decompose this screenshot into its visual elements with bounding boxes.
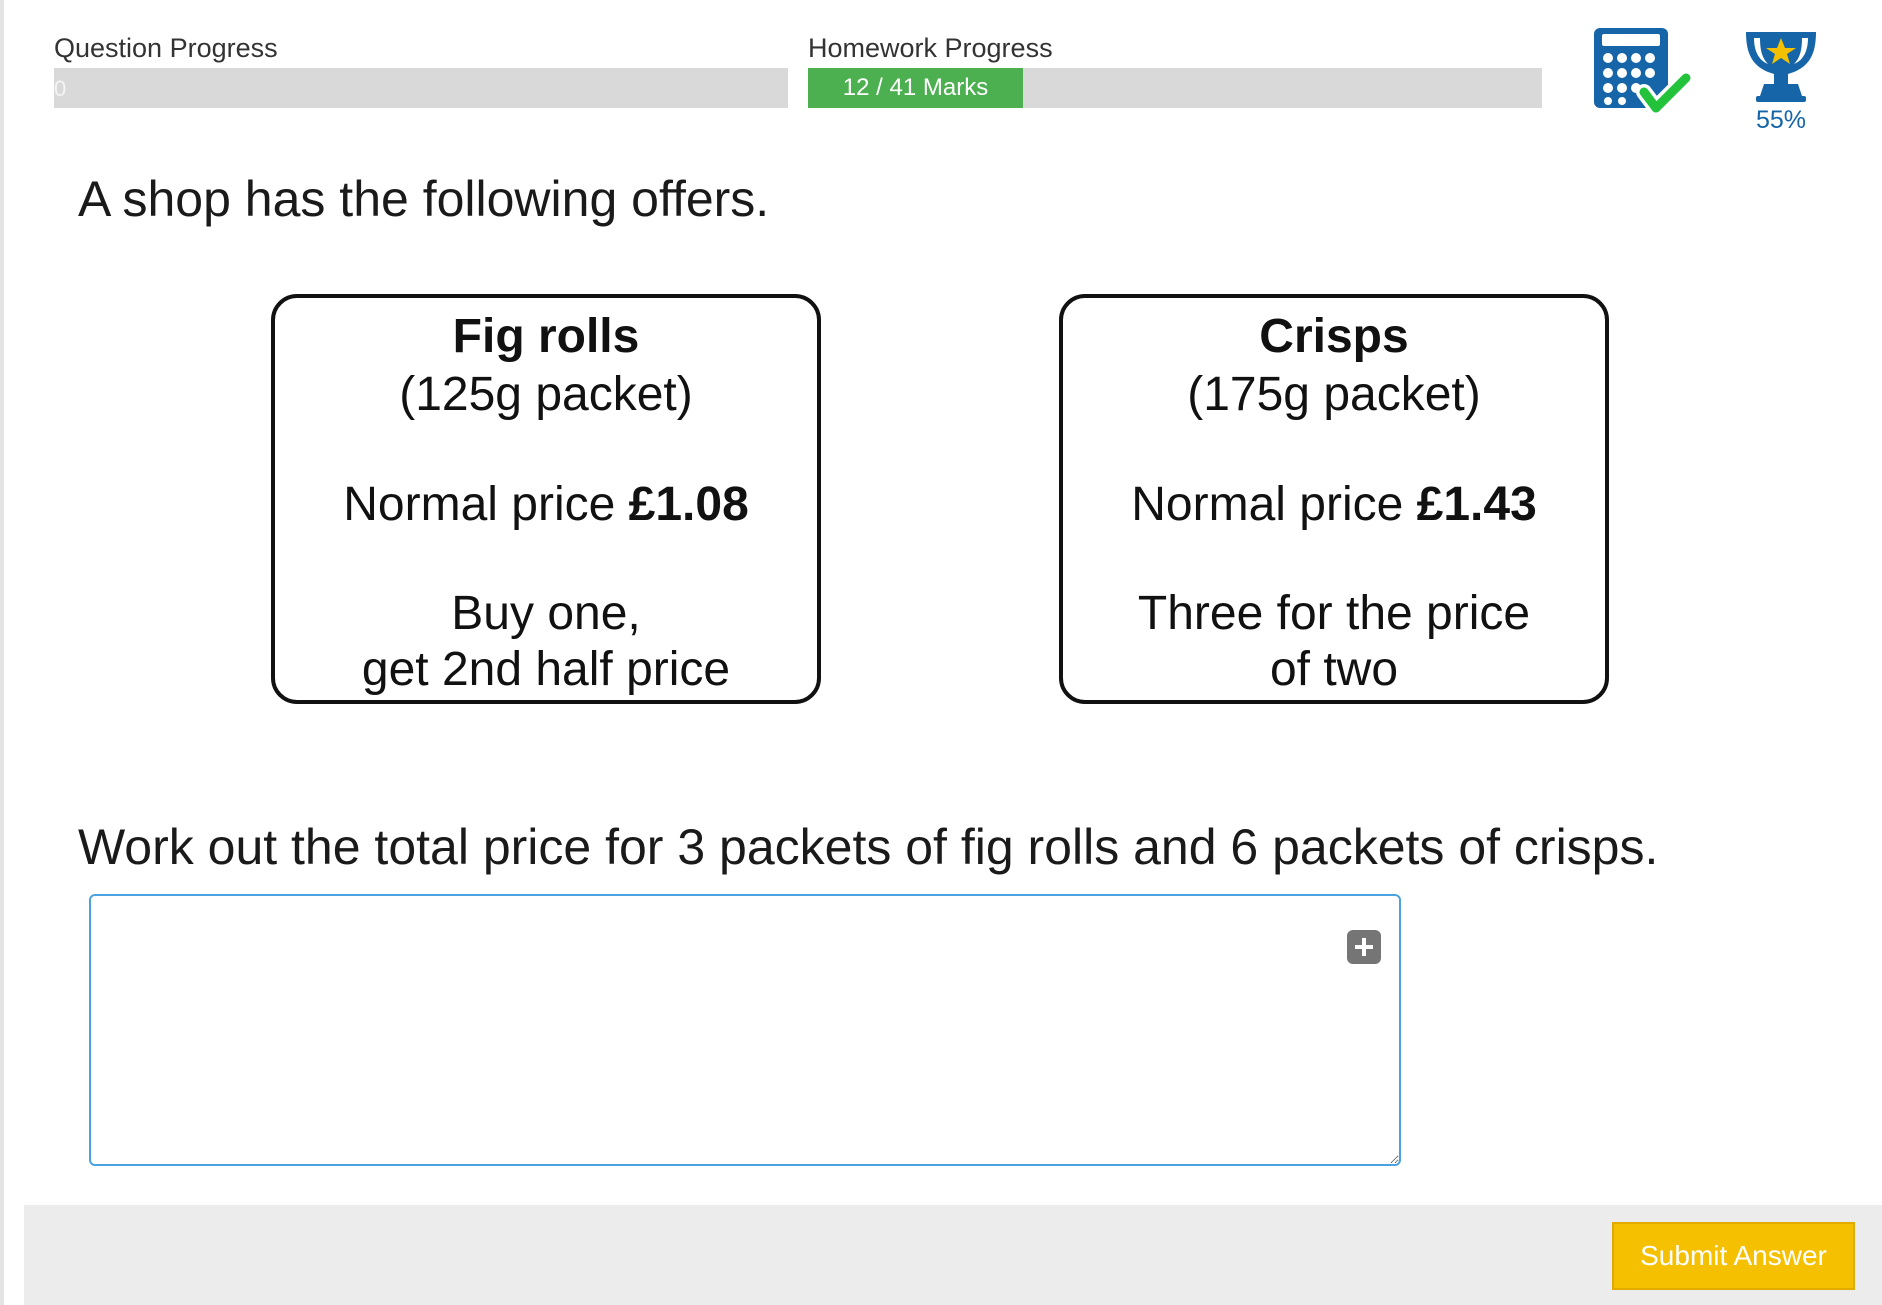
offer-deal: Buy one, get 2nd half price <box>275 586 817 698</box>
offer-size: (175g packet) <box>1187 368 1481 421</box>
offer-price-prefix: Normal price <box>1131 478 1417 531</box>
offer-name: Fig rolls <box>452 310 640 363</box>
question-intro: A shop has the following offers. <box>78 171 770 227</box>
offer-name: Crisps <box>1259 310 1409 363</box>
offer-price-line: Normal price £1.43 <box>1063 476 1605 534</box>
offer-deal-line2: get 2nd half price <box>361 643 731 696</box>
question-progress-bar: 0 <box>54 68 788 108</box>
expand-plus-icon[interactable] <box>1347 930 1381 964</box>
offer-deal-line1: Buy one, <box>451 587 641 640</box>
homework-progress-value: 12 / 41 Marks <box>842 74 989 101</box>
trophy-icon[interactable] <box>1738 26 1824 104</box>
question-task: Work out the total price for 3 packets o… <box>78 819 1659 875</box>
question-progress-value: 0 <box>54 76 67 101</box>
homework-progress-fill: 12 / 41 Marks <box>808 68 1023 108</box>
offer-deal-line1: Three for the price <box>1137 587 1531 640</box>
left-border <box>0 0 4 1305</box>
homework-progress-label: Homework Progress <box>808 33 1053 63</box>
offer-deal-line2: of two <box>1269 643 1399 696</box>
trophy-percent: 55% <box>1755 106 1807 134</box>
offer-card-fig-rolls: Fig rolls (125g packet) Normal price £1.… <box>271 294 821 704</box>
footer-bar <box>24 1205 1882 1305</box>
offer-price-line: Normal price £1.08 <box>275 476 817 534</box>
offer-deal: Three for the price of two <box>1063 586 1605 698</box>
offer-price: £1.08 <box>628 478 749 531</box>
submit-answer-button[interactable]: Submit Answer <box>1612 1222 1855 1290</box>
offer-card-crisps: Crisps (175g packet) Normal price £1.43 … <box>1059 294 1609 704</box>
offer-price: £1.43 <box>1416 478 1537 531</box>
answer-input[interactable] <box>89 894 1401 1166</box>
homework-progress-bar: 12 / 41 Marks <box>808 68 1542 108</box>
offer-size: (125g packet) <box>399 368 693 421</box>
offer-price-prefix: Normal price <box>343 478 629 531</box>
question-progress-label: Question Progress <box>54 33 278 63</box>
calculator-check-icon[interactable] <box>1590 24 1698 124</box>
